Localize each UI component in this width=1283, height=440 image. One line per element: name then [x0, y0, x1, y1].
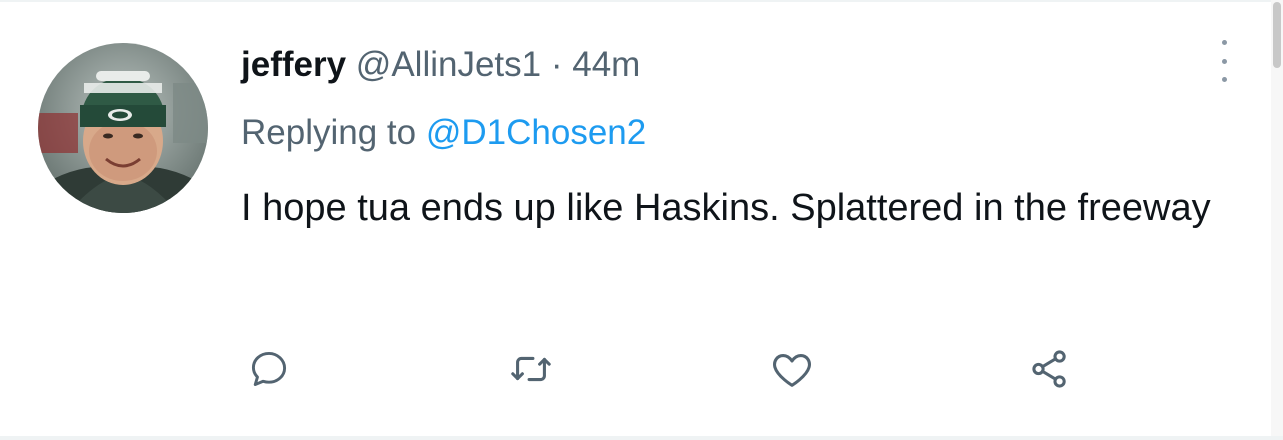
display-name[interactable]: jeffery — [241, 45, 346, 84]
avatar-image — [38, 43, 208, 213]
speech-bubble-icon — [251, 351, 287, 387]
reply-button[interactable] — [246, 346, 292, 392]
scrollbar-thumb[interactable] — [1273, 2, 1281, 68]
more-dot-icon — [1221, 77, 1227, 82]
more-options-button[interactable] — [1213, 40, 1235, 82]
scrollbar[interactable] — [1271, 0, 1283, 440]
heart-icon — [773, 354, 811, 387]
tweet-card[interactable]: jeffery @AllinJets1 · 44m Replying to @D… — [0, 0, 1283, 440]
replying-to-mention[interactable]: @D1Chosen2 — [426, 113, 646, 152]
avatar[interactable] — [38, 43, 208, 213]
bottom-divider — [0, 436, 1283, 440]
like-button[interactable] — [769, 346, 815, 392]
user-handle[interactable]: @AllinJets1 — [356, 45, 541, 84]
tweet-timestamp[interactable]: 44m — [572, 45, 640, 84]
replying-to-label: Replying to — [241, 113, 417, 152]
header-separator: · — [550, 45, 563, 84]
tweet-content: jeffery @AllinJets1 · 44m Replying to @D… — [241, 38, 1231, 242]
top-divider — [0, 0, 1283, 2]
more-dot-icon — [1221, 58, 1227, 64]
share-nodes-icon — [1032, 350, 1066, 388]
share-button[interactable] — [1027, 346, 1073, 392]
replying-to-line: Replying to @D1Chosen2 — [241, 106, 1231, 160]
retweet-arrows-icon — [511, 356, 551, 382]
more-dot-icon — [1221, 40, 1227, 45]
tweet-header: jeffery @AllinJets1 · 44m — [241, 38, 1231, 92]
tweet-text: I hope tua ends up like Haskins. Splatte… — [241, 187, 1211, 229]
retweet-button[interactable] — [508, 346, 554, 392]
